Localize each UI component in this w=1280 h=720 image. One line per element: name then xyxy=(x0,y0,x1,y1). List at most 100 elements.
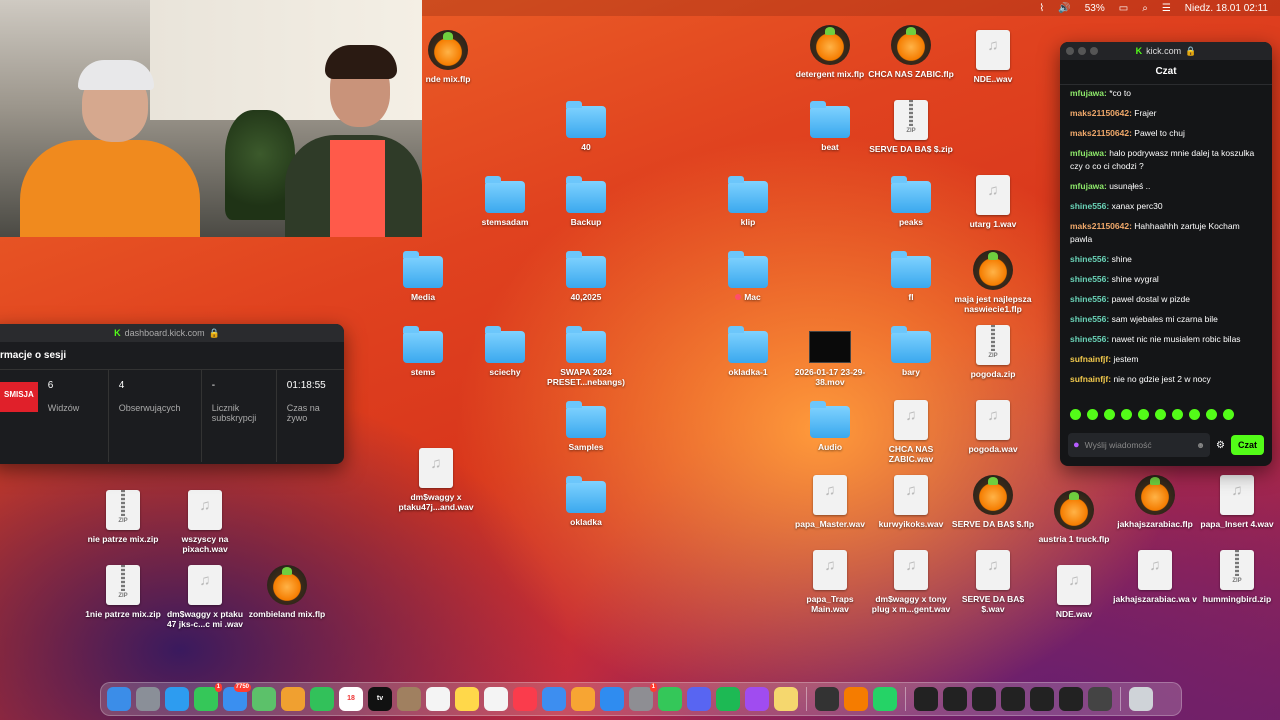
calendar-icon[interactable]: 18 xyxy=(339,687,363,711)
desktop-icon[interactable]: okladka xyxy=(543,475,629,527)
chat-username[interactable]: mfujawa: xyxy=(1070,88,1109,98)
emote-icon[interactable] xyxy=(1223,409,1234,420)
launchpad-icon[interactable] xyxy=(136,687,160,711)
desktop-icon[interactable]: beat xyxy=(787,100,873,152)
chat-messages[interactable]: mfujawa: *co to maks21150642: Frajer maks2… xyxy=(1060,85,1272,407)
chat-username[interactable]: mfujawa: xyxy=(1070,148,1109,158)
desktop-icon[interactable]: klip xyxy=(705,175,791,227)
emote-icon[interactable] xyxy=(1206,409,1217,420)
kick-chat-window[interactable]: K kick.com 🔒 Czat mfujawa: *co to maks211… xyxy=(1060,42,1272,466)
kick-dashboard-window[interactable]: K dashboard.kick.com 🔒 rmacje o sesji SM… xyxy=(0,324,344,464)
window-7-icon[interactable] xyxy=(1088,687,1112,711)
control-center-icon[interactable]: ☰ xyxy=(1162,3,1171,14)
emote-icon[interactable] xyxy=(1172,409,1183,420)
chat-username[interactable]: shine556: xyxy=(1070,274,1112,284)
desktop-icon[interactable]: nde mix.flp xyxy=(405,30,491,84)
desktop-icon[interactable]: CHCA NAS ZABIC.flp xyxy=(868,25,954,79)
keynote-icon[interactable] xyxy=(542,687,566,711)
desktop-icon[interactable]: SWAPA 2024 PRESET...nebangs) xyxy=(543,325,629,387)
window-3-icon[interactable] xyxy=(972,687,996,711)
send-chat-button[interactable]: Czat xyxy=(1230,435,1264,455)
chat-username[interactable]: shine556: xyxy=(1070,254,1112,264)
desktop-icon[interactable]: stems xyxy=(380,325,466,377)
chat-username[interactable]: maks21150642: xyxy=(1070,108,1134,118)
app-store-icon[interactable] xyxy=(600,687,624,711)
dashboard-titlebar[interactable]: K dashboard.kick.com 🔒 xyxy=(0,324,344,342)
desktop-icon[interactable]: zombieland mix.flp xyxy=(244,565,330,619)
emote-icon[interactable] xyxy=(1155,409,1166,420)
desktop-icon[interactable]: 2026-01-17 23-29-38.mov xyxy=(787,325,873,387)
zoom-window-button[interactable] xyxy=(1090,47,1098,55)
discord-icon[interactable] xyxy=(687,687,711,711)
trash-icon[interactable] xyxy=(1129,687,1153,711)
finder-icon[interactable] xyxy=(107,687,131,711)
stickies-icon[interactable] xyxy=(774,687,798,711)
finder-2-icon[interactable] xyxy=(397,687,421,711)
desktop-icon[interactable]: ZIP hummingbird.zip xyxy=(1194,550,1280,604)
numbers-icon[interactable] xyxy=(658,687,682,711)
messenger-icon[interactable] xyxy=(745,687,769,711)
search-icon[interactable]: ⌕ xyxy=(1142,3,1148,14)
chat-message-input[interactable]: ● Wyślij wiadomość ☻ xyxy=(1068,433,1211,457)
chat-username[interactable]: sufnainfjf: xyxy=(1070,374,1113,384)
wifi-icon[interactable]: ⌇ xyxy=(1039,3,1044,14)
window-5-icon[interactable] xyxy=(1030,687,1054,711)
desktop-icon[interactable]: Audio xyxy=(787,400,873,452)
desktop-icon[interactable]: ZIP pogoda.zip xyxy=(950,325,1036,379)
chat-username[interactable]: maks21150642: xyxy=(1070,221,1134,231)
chat-username[interactable]: shine556: xyxy=(1070,294,1112,304)
desktop-icon[interactable]: detergent mix.flp xyxy=(787,25,873,79)
desktop-icon[interactable]: ♫ NDE.wav xyxy=(1031,565,1117,619)
window-4-icon[interactable] xyxy=(1001,687,1025,711)
desktop-icon[interactable]: ♫ utarg 1.wav xyxy=(950,175,1036,229)
menubar-clock[interactable]: Niedz. 18.01 02:11 xyxy=(1185,3,1268,14)
music-icon[interactable] xyxy=(513,687,537,711)
desktop-icon[interactable]: fl xyxy=(868,250,954,302)
chat-username[interactable]: shine556: xyxy=(1070,334,1112,344)
desktop-icon[interactable]: maja jest najlepsza naswiecie1.flp xyxy=(950,250,1036,314)
emote-icon[interactable] xyxy=(1121,409,1132,420)
reminders-icon[interactable] xyxy=(426,687,450,711)
desktop-icon[interactable]: Mac xyxy=(705,250,791,302)
desktop-icon[interactable]: 40 xyxy=(543,100,629,152)
chat-username[interactable]: maks21150642: xyxy=(1070,128,1134,138)
safari-icon[interactable] xyxy=(165,687,189,711)
spotify-icon[interactable] xyxy=(716,687,740,711)
facetime-icon[interactable] xyxy=(310,687,334,711)
emote-icon[interactable] xyxy=(1070,409,1081,420)
volume-icon[interactable]: 🔊 xyxy=(1058,3,1070,14)
emote-icon[interactable] xyxy=(1104,409,1115,420)
desktop-icon[interactable]: stemsadam xyxy=(462,175,548,227)
desktop-icon[interactable]: ♫ dm$waggy x ptaku 47 jks-c...c mi .wav xyxy=(162,565,248,629)
desktop-icon[interactable]: ♫ pogoda.wav xyxy=(950,400,1036,454)
fl-studio-icon[interactable] xyxy=(844,687,868,711)
minimize-window-button[interactable] xyxy=(1078,47,1086,55)
system-settings-icon[interactable]: 1 xyxy=(629,683,657,711)
desktop-icon[interactable]: ♫ kurwyikoks.wav xyxy=(868,475,954,529)
chat-titlebar[interactable]: K kick.com 🔒 xyxy=(1060,42,1272,60)
photos-icon[interactable] xyxy=(281,687,305,711)
gear-icon[interactable]: ⚙ xyxy=(1216,440,1225,451)
desktop-icon[interactable]: ZIP SERVE DA BA$ $.zip xyxy=(868,100,954,154)
desktop-icon[interactable]: jakhajszarabiac.flp xyxy=(1112,475,1198,529)
desktop-icon[interactable]: ♫ dm$waggy x ptaku47j...and.wav xyxy=(393,448,479,512)
maps-icon[interactable] xyxy=(252,687,276,711)
apple-tv-icon[interactable]: tv xyxy=(368,687,392,711)
desktop-icon[interactable]: 40,2025 xyxy=(543,250,629,302)
activity-monitor-icon[interactable] xyxy=(815,687,839,711)
desktop-icon[interactable]: ♫ NDE..wav xyxy=(950,30,1036,84)
desktop-icon[interactable]: Media xyxy=(380,250,466,302)
desktop-icon[interactable]: Backup xyxy=(543,175,629,227)
freeform-icon[interactable] xyxy=(484,687,508,711)
desktop-icon[interactable]: ♫ papa_Insert 4.wav xyxy=(1194,475,1280,529)
desktop-icon[interactable]: ♫ SERVE DA BA$ $.wav xyxy=(950,550,1036,614)
desktop-icon[interactable]: Samples xyxy=(543,400,629,452)
window-2-icon[interactable] xyxy=(943,687,967,711)
desktop-icon[interactable]: ♫ wszyscy na pixach.wav xyxy=(162,490,248,554)
desktop-icon[interactable]: okladka-1 xyxy=(705,325,791,377)
chat-username[interactable]: mfujawa: xyxy=(1070,181,1109,191)
close-window-button[interactable] xyxy=(1066,47,1074,55)
whatsapp-icon[interactable] xyxy=(873,687,897,711)
desktop-icon[interactable]: ♫ papa_Traps Main.wav xyxy=(787,550,873,614)
pages-icon[interactable] xyxy=(571,687,595,711)
